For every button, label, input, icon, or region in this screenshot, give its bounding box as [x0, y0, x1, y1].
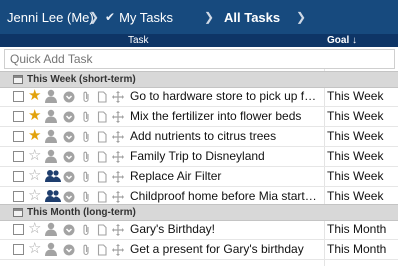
breadcrumb: Jenni Lee (Me) ❯ ✔ My Tasks ❯ All Tasks ❯: [0, 0, 398, 34]
attachment-icon[interactable]: [80, 190, 92, 203]
person-icon[interactable]: [45, 109, 57, 123]
breadcrumb-all-tasks[interactable]: All Tasks: [216, 0, 294, 34]
complete-checkbox[interactable]: [13, 131, 24, 142]
chevron-right-icon: ❯: [88, 10, 100, 24]
task-title[interactable]: Mix the fertilizer into flower beds: [130, 107, 322, 126]
status-icon[interactable]: [63, 190, 75, 203]
star-icon[interactable]: ☆: [28, 168, 41, 184]
person-icon[interactable]: [45, 149, 57, 163]
complete-checkbox[interactable]: [13, 244, 24, 255]
task-row: ★ Add nutrients to citrus trees This Week: [0, 127, 398, 147]
column-header-row: Task Goal ↓: [0, 34, 398, 47]
drag-handle-icon[interactable]: [112, 150, 124, 163]
breadcrumb-user-label: Jenni Lee (Me): [7, 9, 94, 25]
task-title[interactable]: Add nutrients to citrus trees: [130, 127, 322, 146]
attachment-icon[interactable]: [80, 243, 92, 256]
task-title[interactable]: Gary's Birthday!: [130, 220, 322, 239]
attachment-icon[interactable]: [80, 223, 92, 236]
section-label: This Month (long-term): [27, 207, 136, 218]
attachment-icon[interactable]: [80, 170, 92, 183]
note-icon[interactable]: [96, 190, 108, 203]
task-goal[interactable]: This Week: [327, 127, 395, 146]
task-row: ★ Mix the fertilizer into flower beds This…: [0, 107, 398, 127]
drag-handle-icon[interactable]: [112, 110, 124, 123]
note-icon[interactable]: [96, 130, 108, 143]
breadcrumb-my-tasks[interactable]: ✔ My Tasks: [101, 0, 202, 34]
status-icon[interactable]: [63, 223, 75, 236]
task-goal[interactable]: This Month: [327, 240, 395, 259]
note-icon[interactable]: [96, 223, 108, 236]
attachment-icon[interactable]: [80, 130, 92, 143]
section-label: This Week (short-term): [27, 74, 136, 85]
column-header-task[interactable]: Task: [128, 34, 149, 47]
drag-handle-icon[interactable]: [112, 190, 124, 203]
status-icon[interactable]: [63, 130, 75, 143]
task-title[interactable]: Replace Air Filter: [130, 167, 322, 186]
column-header-goal[interactable]: Goal ↓: [327, 34, 357, 47]
person-icon[interactable]: [45, 89, 57, 103]
complete-checkbox[interactable]: [13, 111, 24, 122]
drag-handle-icon[interactable]: [112, 90, 124, 103]
complete-checkbox[interactable]: [13, 171, 24, 182]
task-goal[interactable]: This Week: [327, 107, 395, 126]
drag-handle-icon[interactable]: [112, 170, 124, 183]
star-icon[interactable]: ☆: [28, 148, 41, 164]
note-icon[interactable]: [96, 110, 108, 123]
group-icon[interactable]: [45, 169, 61, 183]
breadcrumb-my-tasks-label: My Tasks: [119, 9, 173, 25]
section-header[interactable]: This Week (short-term): [0, 71, 398, 88]
drag-handle-icon[interactable]: [112, 223, 124, 236]
status-icon[interactable]: [63, 243, 75, 256]
drag-handle-icon[interactable]: [112, 243, 124, 256]
task-title[interactable]: Get a present for Gary's birthday: [130, 240, 322, 259]
task-row: ★ Go to hardware store to pick up fertili…: [0, 87, 398, 107]
note-icon[interactable]: [96, 150, 108, 163]
note-icon[interactable]: [96, 243, 108, 256]
star-icon[interactable]: ★: [28, 128, 41, 144]
person-icon[interactable]: [45, 242, 57, 256]
calendar-icon: [13, 208, 23, 217]
star-icon[interactable]: ☆: [28, 241, 41, 257]
drag-handle-icon[interactable]: [112, 130, 124, 143]
task-row: ☆ Family Trip to Disneyland This Week: [0, 147, 398, 167]
section-header[interactable]: This Month (long-term): [0, 204, 398, 221]
star-icon[interactable]: ☆: [28, 188, 41, 204]
attachment-icon[interactable]: [80, 150, 92, 163]
person-icon[interactable]: [45, 129, 57, 143]
task-title[interactable]: Family Trip to Disneyland: [130, 147, 322, 166]
star-icon[interactable]: ★: [28, 108, 41, 124]
complete-checkbox[interactable]: [13, 191, 24, 202]
chevron-right-icon: ❯: [295, 10, 307, 24]
status-icon[interactable]: [63, 90, 75, 103]
person-icon[interactable]: [45, 222, 57, 236]
status-icon[interactable]: [63, 150, 75, 163]
group-icon[interactable]: [45, 189, 61, 203]
task-row: ☆ Gary's Birthday! This Month: [0, 220, 398, 240]
task-row: ☆ Get a present for Gary's birthday This M…: [0, 240, 398, 260]
note-icon[interactable]: [96, 90, 108, 103]
calendar-icon: [13, 75, 23, 84]
task-row: ☆ Replace Air Filter This Week: [0, 167, 398, 187]
task-goal[interactable]: This Week: [327, 87, 395, 106]
checkmark-icon: ✔: [105, 10, 116, 24]
complete-checkbox[interactable]: [13, 91, 24, 102]
complete-checkbox[interactable]: [13, 224, 24, 235]
star-icon[interactable]: ★: [28, 88, 41, 104]
status-icon[interactable]: [63, 170, 75, 183]
chevron-right-icon: ❯: [203, 10, 215, 24]
quick-add-task-input[interactable]: [4, 49, 395, 69]
task-goal[interactable]: This Month: [327, 220, 395, 239]
breadcrumb-user[interactable]: Jenni Lee (Me): [0, 0, 94, 34]
status-icon[interactable]: [63, 110, 75, 123]
breadcrumb-all-tasks-label: All Tasks: [224, 9, 281, 25]
task-goal[interactable]: This Week: [327, 167, 395, 186]
star-icon[interactable]: ☆: [28, 221, 41, 237]
attachment-icon[interactable]: [80, 110, 92, 123]
complete-checkbox[interactable]: [13, 151, 24, 162]
task-title[interactable]: Go to hardware store to pick up fertiliz…: [130, 87, 322, 106]
attachment-icon[interactable]: [80, 90, 92, 103]
note-icon[interactable]: [96, 170, 108, 183]
task-goal[interactable]: This Week: [327, 147, 395, 166]
